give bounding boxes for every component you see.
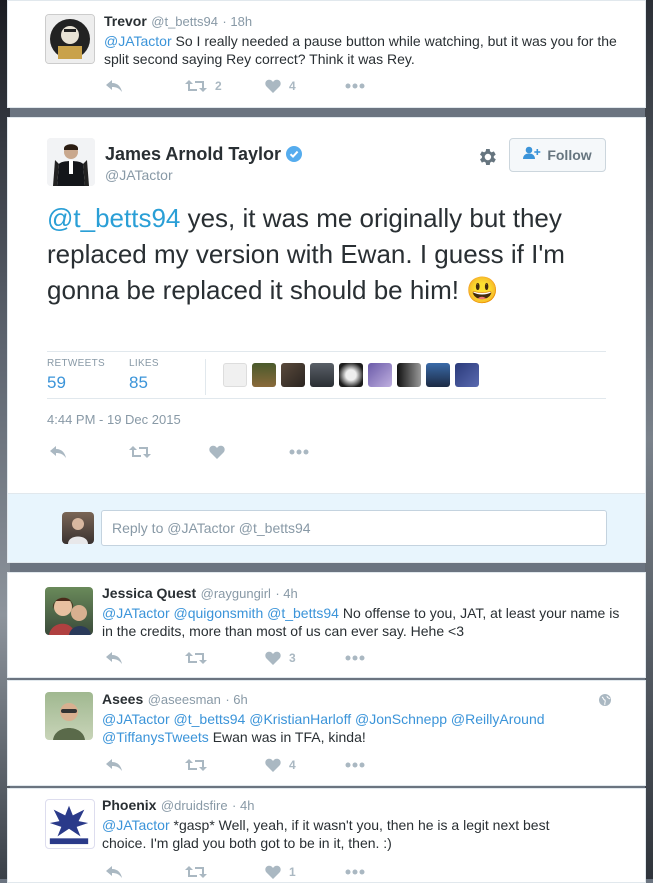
reply-icon[interactable] <box>105 651 185 665</box>
author-name[interactable]: Phoenix <box>102 797 156 813</box>
retweet-count: 2 <box>215 79 222 93</box>
reply-box: Reply to @JATactor @t_betts94 <box>7 493 646 563</box>
author-handle[interactable]: @druidsfire <box>161 798 228 813</box>
more-icon[interactable] <box>289 449 309 455</box>
author-name[interactable]: Asees <box>102 691 143 707</box>
more-icon[interactable] <box>345 869 365 875</box>
author-name[interactable]: Jessica Quest <box>102 585 196 601</box>
author-handle[interactable]: @aseesman <box>148 692 221 707</box>
mention-link[interactable]: @JATactor @quigonsmith @t_betts94 <box>102 605 339 621</box>
tweet-text: @JATactor @t_betts94 @KristianHarloff @J… <box>102 711 545 745</box>
permalink-tweet: James Arnold Taylor @JATactor Follow @t_… <box>7 117 646 493</box>
follow-label: Follow <box>547 147 592 163</box>
avatar[interactable] <box>45 14 95 64</box>
tweet-text: @JATactor So I really needed a pause but… <box>104 33 617 67</box>
grinning-face-icon: 😃 <box>466 275 499 305</box>
tweet-text: @t_betts94 yes, it was me originally but… <box>47 203 565 305</box>
tweet-time[interactable]: · 6h <box>225 692 247 707</box>
retweet-stat[interactable]: RETWEETS 59 <box>47 358 105 393</box>
like-count: 1 <box>289 865 296 879</box>
like-icon[interactable] <box>209 445 289 459</box>
avatar[interactable] <box>368 363 392 387</box>
mention-link[interactable]: @JATactor <box>102 817 170 833</box>
mention-link[interactable]: @JATactor <box>104 33 172 49</box>
divider <box>47 398 606 399</box>
tweet-text: @JATactor @quigonsmith @t_betts94 No off… <box>102 605 620 639</box>
reply-tweet[interactable]: Asees @aseesman · 6h @JATactor @t_betts9… <box>7 680 646 786</box>
like-count: 4 <box>289 758 296 772</box>
gear-icon[interactable] <box>476 146 498 173</box>
parent-tweet[interactable]: Trevor @t_betts94 · 18h @JATactor So I r… <box>7 0 646 108</box>
mention-link[interactable]: @t_betts94 <box>47 203 180 233</box>
tweet-time[interactable]: 18h <box>230 14 252 29</box>
reply-icon[interactable] <box>49 445 129 459</box>
retweet-icon[interactable] <box>185 865 265 879</box>
more-icon[interactable] <box>345 655 365 661</box>
author-handle[interactable]: @t_betts94 <box>151 14 218 29</box>
follow-user-icon <box>523 146 541 165</box>
tweet-actions: 4 <box>105 758 365 772</box>
more-icon[interactable] <box>345 83 365 89</box>
divider <box>47 351 606 352</box>
reply-tweet[interactable]: Phoenix @druidsfire · 4h @JATactor *gasp… <box>7 788 646 883</box>
avatar[interactable] <box>223 363 247 387</box>
avatar[interactable] <box>45 799 95 849</box>
globe-icon <box>599 693 611 711</box>
author-name[interactable]: James Arnold Taylor <box>105 144 281 164</box>
tweet-text: @JATactor *gasp* Well, yeah, if it wasn'… <box>102 817 550 851</box>
avatar[interactable] <box>281 363 305 387</box>
reply-input[interactable]: Reply to @JATactor @t_betts94 <box>101 510 607 546</box>
like-count: 4 <box>289 79 296 93</box>
more-icon[interactable] <box>345 762 365 768</box>
avatar[interactable] <box>426 363 450 387</box>
liker-avatars <box>223 363 484 387</box>
avatar[interactable] <box>45 587 93 635</box>
tweet-time[interactable]: · 4h <box>232 798 254 813</box>
like-icon[interactable]: 4 <box>265 79 345 93</box>
reply-icon[interactable] <box>105 865 185 879</box>
avatar[interactable] <box>47 138 95 186</box>
reply-tweet[interactable]: Jessica Quest @raygungirl · 4h @JATactor… <box>7 572 646 678</box>
avatar[interactable] <box>339 363 363 387</box>
verified-badge-icon <box>285 146 302 167</box>
retweet-icon[interactable] <box>185 758 265 772</box>
author-handle[interactable]: @JATactor <box>105 167 173 183</box>
background-right <box>645 0 653 879</box>
retweet-icon[interactable] <box>185 651 265 665</box>
tweet-timestamp[interactable]: 4:44 PM - 19 Dec 2015 <box>47 412 181 427</box>
avatar[interactable] <box>310 363 334 387</box>
avatar[interactable] <box>397 363 421 387</box>
avatar[interactable] <box>455 363 479 387</box>
avatar <box>62 512 94 544</box>
tweet-actions <box>49 445 309 459</box>
reply-icon[interactable] <box>105 79 185 93</box>
author-handle[interactable]: @raygungirl <box>201 586 271 601</box>
like-icon[interactable]: 4 <box>265 758 345 772</box>
avatar[interactable] <box>252 363 276 387</box>
author-name[interactable]: Trevor <box>104 13 147 29</box>
like-icon[interactable]: 1 <box>265 865 345 879</box>
tweet-actions: 1 <box>105 865 365 879</box>
like-stat[interactable]: LIKES 85 <box>129 358 159 393</box>
stat-divider <box>205 359 206 395</box>
like-count: 3 <box>289 651 296 665</box>
like-icon[interactable]: 3 <box>265 651 345 665</box>
retweet-icon[interactable]: 2 <box>185 79 265 93</box>
follow-button[interactable]: Follow <box>509 138 606 172</box>
tweet-actions: 2 4 <box>105 79 365 93</box>
tweet-time[interactable]: · 4h <box>275 586 297 601</box>
avatar[interactable] <box>45 692 93 740</box>
reply-icon[interactable] <box>105 758 185 772</box>
tweet-actions: 3 <box>105 651 365 665</box>
retweet-icon[interactable] <box>129 445 209 459</box>
